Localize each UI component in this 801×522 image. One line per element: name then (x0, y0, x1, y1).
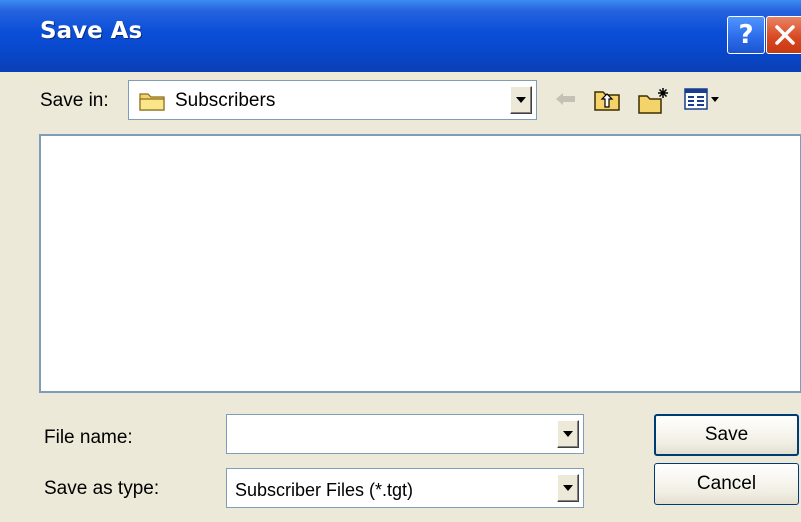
help-button[interactable]: ? (727, 16, 765, 54)
views-menu-button[interactable] (683, 85, 721, 118)
new-folder-button[interactable] (637, 85, 671, 120)
up-one-level-button[interactable] (592, 85, 622, 118)
save-in-dropdown-button[interactable] (510, 86, 532, 114)
close-icon (775, 25, 795, 45)
file-name-field[interactable] (226, 414, 584, 454)
views-menu-icon (684, 88, 719, 110)
cancel-button[interactable]: Cancel (654, 463, 799, 505)
save-button[interactable]: Save (654, 414, 799, 456)
save-as-type-label: Save as type: (44, 478, 160, 499)
save-as-type-dropdown[interactable]: Subscriber Files (*.tgt) (226, 468, 584, 508)
save-as-type-dropdown-button[interactable] (557, 474, 579, 502)
window-title: Save As (40, 18, 143, 44)
file-name-dropdown-button[interactable] (557, 420, 579, 448)
save-as-type-value: Subscriber Files (*.tgt) (235, 480, 414, 500)
title-bar[interactable]: Save As ? (0, 0, 801, 72)
new-folder-icon (638, 88, 668, 114)
up-folder-icon (594, 91, 620, 111)
folder-icon (139, 93, 165, 111)
file-list[interactable] (39, 134, 801, 393)
chevron-down-icon (516, 97, 526, 103)
save-in-value: Subscribers (175, 90, 276, 111)
back-arrow-icon (556, 93, 575, 105)
back-button[interactable] (555, 92, 577, 111)
save-in-label: Save in: (40, 90, 109, 111)
save-in-dropdown[interactable]: Subscribers (128, 80, 537, 120)
chevron-down-icon (563, 431, 573, 437)
chevron-down-icon (563, 485, 573, 491)
close-button[interactable] (766, 16, 801, 54)
file-name-label: File name: (44, 427, 133, 448)
save-as-dialog: Save As ? Save in: Subscribers File name… (0, 0, 801, 522)
